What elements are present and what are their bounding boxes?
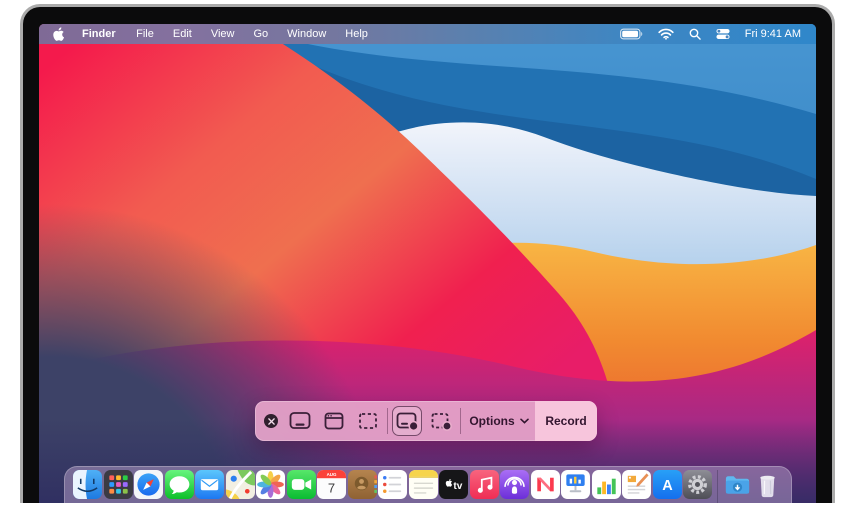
record-selected-portion-button[interactable] <box>424 401 458 441</box>
record-button[interactable]: Record <box>535 401 597 441</box>
dock-item-photos[interactable] <box>256 470 285 499</box>
options-label: Options <box>469 414 514 428</box>
battery-icon[interactable] <box>620 28 643 40</box>
dock-item-trash[interactable] <box>753 470 782 499</box>
toolbar-divider <box>460 408 461 434</box>
dock-item-music[interactable] <box>470 470 499 499</box>
dock-item-calendar[interactable]: AUG 7 <box>317 470 346 499</box>
menu-item-view[interactable]: View <box>201 28 244 40</box>
close-icon[interactable] <box>264 414 278 428</box>
svg-text:AUG: AUG <box>327 472 337 477</box>
mac-screen: Finder File Edit View Go Window Help <box>39 24 816 503</box>
menu-bar: Finder File Edit View Go Window Help <box>39 24 816 44</box>
wifi-icon[interactable] <box>658 28 674 40</box>
apple-menu-icon[interactable] <box>53 27 65 42</box>
dock-item-finder[interactable] <box>73 470 102 499</box>
dock-divider <box>717 470 719 503</box>
dock-item-news[interactable] <box>531 470 560 499</box>
menu-item-go[interactable]: Go <box>244 28 278 40</box>
dock-item-keynote[interactable] <box>561 470 590 499</box>
dock-item-pages[interactable] <box>622 470 651 499</box>
control-center-icon[interactable] <box>716 28 730 40</box>
svg-text:7: 7 <box>328 481 335 496</box>
dock-item-tv[interactable]: tv <box>439 470 468 499</box>
dock-item-downloads[interactable] <box>723 470 752 499</box>
dock-item-notes[interactable] <box>409 470 438 499</box>
options-button[interactable]: Options <box>463 414 535 428</box>
menu-item-edit[interactable]: Edit <box>163 28 201 40</box>
menu-item-file[interactable]: File <box>127 28 164 40</box>
dock-item-podcasts[interactable] <box>500 470 529 499</box>
capture-selected-portion-button[interactable] <box>351 401 385 441</box>
menu-bar-clock[interactable]: Fri 9:41 AM <box>745 28 801 40</box>
chevron-down-icon <box>520 418 529 424</box>
dock: AUG 7 <box>64 466 792 503</box>
capture-selected-window-button[interactable] <box>317 401 351 441</box>
dock-item-numbers[interactable] <box>592 470 621 499</box>
dock-item-contacts[interactable] <box>348 470 377 499</box>
dock-item-messages[interactable] <box>165 470 194 499</box>
selected-tool-highlight <box>392 406 422 436</box>
menu-item-finder[interactable]: Finder <box>71 28 127 40</box>
spotlight-search-icon[interactable] <box>689 28 701 40</box>
dock-item-reminders[interactable] <box>378 470 407 499</box>
dock-item-launchpad[interactable] <box>104 470 133 499</box>
menu-item-help[interactable]: Help <box>336 28 378 40</box>
dock-item-safari[interactable] <box>134 470 163 499</box>
dock-item-maps[interactable] <box>226 470 255 499</box>
toolbar-divider <box>387 408 388 434</box>
laptop-frame: Finder File Edit View Go Window Help <box>20 4 835 503</box>
svg-text:A: A <box>662 478 673 494</box>
dock-item-mail[interactable] <box>195 470 224 499</box>
page-background: Finder File Edit View Go Window Help <box>0 0 855 509</box>
record-entire-screen-button[interactable] <box>390 401 424 441</box>
menu-item-window[interactable]: Window <box>278 28 336 40</box>
dock-item-app-store[interactable]: A <box>653 470 682 499</box>
capture-entire-screen-button[interactable] <box>283 401 317 441</box>
dock-item-facetime[interactable] <box>287 470 316 499</box>
screenshot-toolbar: Options Record <box>255 401 597 441</box>
dock-item-system-preferences[interactable] <box>683 470 712 499</box>
svg-text:tv: tv <box>453 481 462 492</box>
